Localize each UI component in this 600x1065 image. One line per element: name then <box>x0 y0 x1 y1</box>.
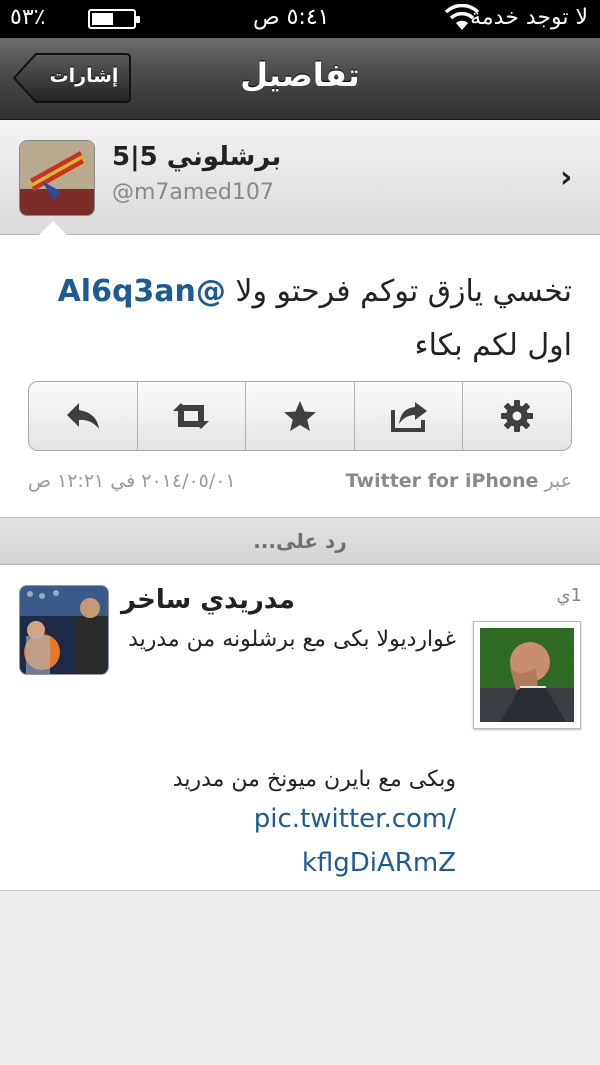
empty-background <box>0 891 600 1065</box>
retweet-button[interactable] <box>138 382 247 450</box>
battery-fill <box>92 13 113 25</box>
status-time: ٥:٤١ ص <box>253 5 330 30</box>
navigation-bar: إشارات تفاصيل <box>0 38 600 120</box>
reply-icon <box>66 403 99 429</box>
tweet-text-line2: اول لكم بكاء <box>414 328 572 363</box>
share-icon <box>390 402 427 432</box>
reply-tweet-cell[interactable]: مدريدي ساخر 1ي غوارديولا بكى مع برشلونه … <box>0 565 600 891</box>
star-icon <box>283 401 316 431</box>
reply-media-image <box>480 628 574 722</box>
page-title: تفاصيل <box>240 56 360 94</box>
callout-pointer <box>38 221 68 236</box>
battery-percent: ٪٥٣ <box>10 5 46 30</box>
profile-handle: @m7amed107 <box>112 180 274 205</box>
battery-icon <box>88 9 140 29</box>
tweet-source: عبر Twitter for iPhone <box>346 470 572 492</box>
reply-link-line1[interactable]: pic.twitter.com/ <box>254 804 456 834</box>
profile-avatar-image <box>20 141 94 215</box>
status-bar: ٪٥٣ ٥:٤١ ص لا توجد خدمة <box>0 0 600 38</box>
source-prefix: عبر <box>544 470 572 492</box>
reply-media-thumbnail[interactable] <box>473 621 581 729</box>
more-options-button[interactable] <box>463 382 571 450</box>
reply-button[interactable] <box>29 382 138 450</box>
tweet-action-bar <box>28 381 572 451</box>
reply-link-line2[interactable]: kflgDiARmZ <box>302 848 456 878</box>
carrier-label: لا توجد خدمة <box>470 5 588 30</box>
reply-media-link[interactable]: pic.twitter.com/ kflgDiARmZ <box>120 797 456 885</box>
tweet-mention-link[interactable]: @Al6q3an <box>58 274 226 309</box>
gear-icon <box>501 400 534 432</box>
tweet-detail: تخسي يازق توكم فرحتو ولا @Al6q3an اول لك… <box>0 235 600 517</box>
profile-name: برشلوني 5|5 <box>112 142 282 172</box>
tweet-date: ٢٠١٤/٠٥/٠١ في ١٢:٢١ ص <box>28 470 236 492</box>
reply-time: 1ي <box>556 585 582 606</box>
reply-text-part1: غوارديولا بكى مع برشلونه من مدريد <box>128 627 456 652</box>
favorite-button[interactable] <box>246 382 355 450</box>
share-button[interactable] <box>355 382 464 450</box>
profile-header[interactable]: برشلوني 5|5 @m7amed107 › <box>0 120 600 236</box>
tweet-text-line1: تخسي يازق توكم فرحتو ولا <box>225 274 572 309</box>
section-header-in-reply-to: رد على... <box>0 517 600 565</box>
tweet-meta: عبر Twitter for iPhone ٢٠١٤/٠٥/٠١ في ١٢:… <box>28 470 572 500</box>
reply-avatar-image <box>20 586 108 674</box>
reply-author-name: مدريدي ساخر <box>121 585 295 615</box>
reply-avatar[interactable] <box>19 585 109 675</box>
retweet-icon <box>173 403 210 429</box>
source-app[interactable]: Twitter for iPhone <box>346 470 539 492</box>
chevron-right-icon[interactable]: › <box>560 160 572 195</box>
profile-avatar[interactable] <box>19 140 95 216</box>
tweet-text: تخسي يازق توكم فرحتو ولا @Al6q3an اول لك… <box>28 265 572 373</box>
